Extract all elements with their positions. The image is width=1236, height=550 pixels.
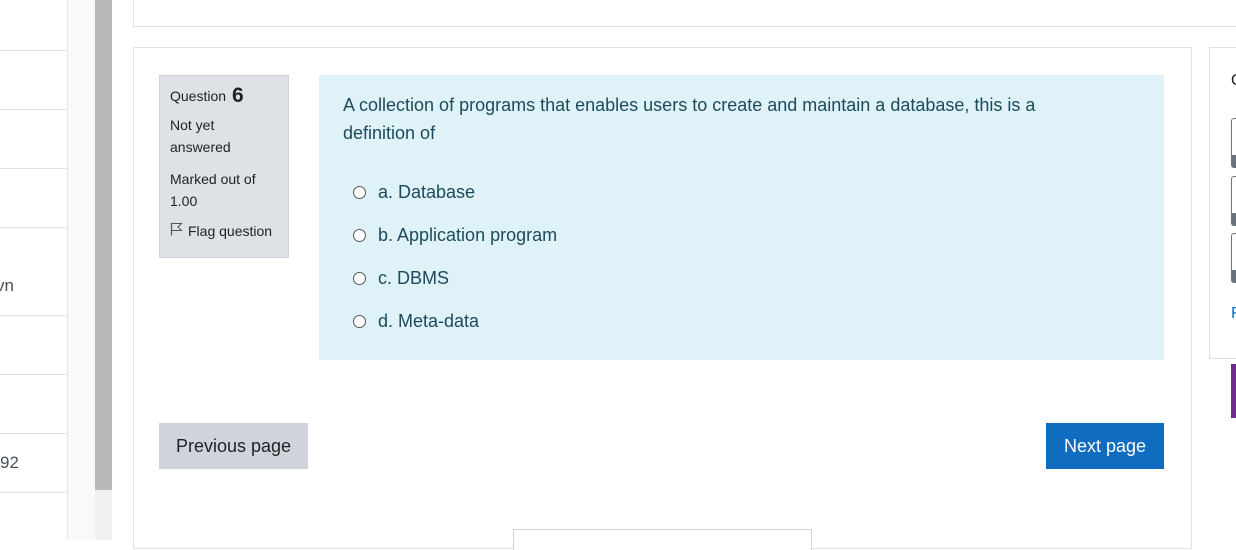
block-accent-bar (1231, 364, 1236, 418)
sidebar-item[interactable] (0, 375, 67, 434)
sidebar-item[interactable] (0, 493, 67, 540)
question-content: A collection of programs that enables us… (319, 75, 1164, 360)
sidebar-item-label: vn (0, 276, 14, 295)
course-index-sidebar: vn 92 (0, 0, 68, 540)
flag-icon (170, 221, 188, 241)
finish-attempt-link[interactable]: F (1231, 305, 1236, 323)
flag-question-link[interactable]: Flag question (170, 221, 278, 241)
sidebar-item[interactable] (0, 316, 67, 375)
question-number: Question 6 (170, 84, 244, 107)
question-grade: Marked out of 1.00 (170, 171, 256, 209)
question-info: Question 6 Not yet answered Marked out o… (159, 75, 289, 258)
sidebar-item[interactable] (0, 169, 67, 228)
answer-label: c. DBMS (378, 268, 450, 288)
sidebar-gutter (68, 0, 95, 540)
answer-option-c[interactable]: c. DBMS (353, 257, 1140, 300)
previous-card (133, 0, 1236, 27)
next-page-button[interactable]: Next page (1046, 423, 1164, 469)
radio-button[interactable] (353, 186, 366, 199)
question-state: Not yet answered (170, 117, 231, 155)
sidebar-item[interactable]: 92 (0, 434, 67, 493)
answer-option-b[interactable]: b. Application program (353, 214, 1140, 257)
previous-page-button[interactable]: Previous page (159, 423, 308, 469)
answer-label: d. Meta-data (378, 311, 480, 331)
sidebar-scrollbar-thumb[interactable] (95, 0, 112, 490)
answer-option-d[interactable]: d. Meta-data (353, 300, 1140, 343)
quiz-nav-question-button[interactable] (1231, 118, 1236, 168)
answer-label: b. Application program (378, 225, 558, 245)
sidebar-item-label: 92 (0, 453, 19, 472)
quiz-nav-question-button[interactable] (1231, 233, 1236, 283)
radio-button[interactable] (353, 229, 366, 242)
sidebar-item[interactable] (0, 110, 67, 169)
sidebar-scrollbar-track[interactable] (95, 490, 112, 540)
radio-button[interactable] (353, 272, 366, 285)
answer-label: a. Database (378, 182, 476, 202)
quiz-nav-question-button[interactable] (1231, 176, 1236, 226)
radio-button[interactable] (353, 315, 366, 328)
answer-list: a. Database b. Application program c. DB… (343, 171, 1140, 343)
sidebar-item[interactable]: vn (0, 228, 67, 316)
sidebar-item[interactable] (0, 0, 67, 51)
answer-option-a[interactable]: a. Database (353, 171, 1140, 214)
quiz-navigation-heading: Q (1231, 72, 1236, 90)
question-text: A collection of programs that enables us… (343, 95, 1036, 143)
sidebar-item[interactable] (0, 51, 67, 110)
flag-question-label: Flag question (188, 223, 273, 239)
